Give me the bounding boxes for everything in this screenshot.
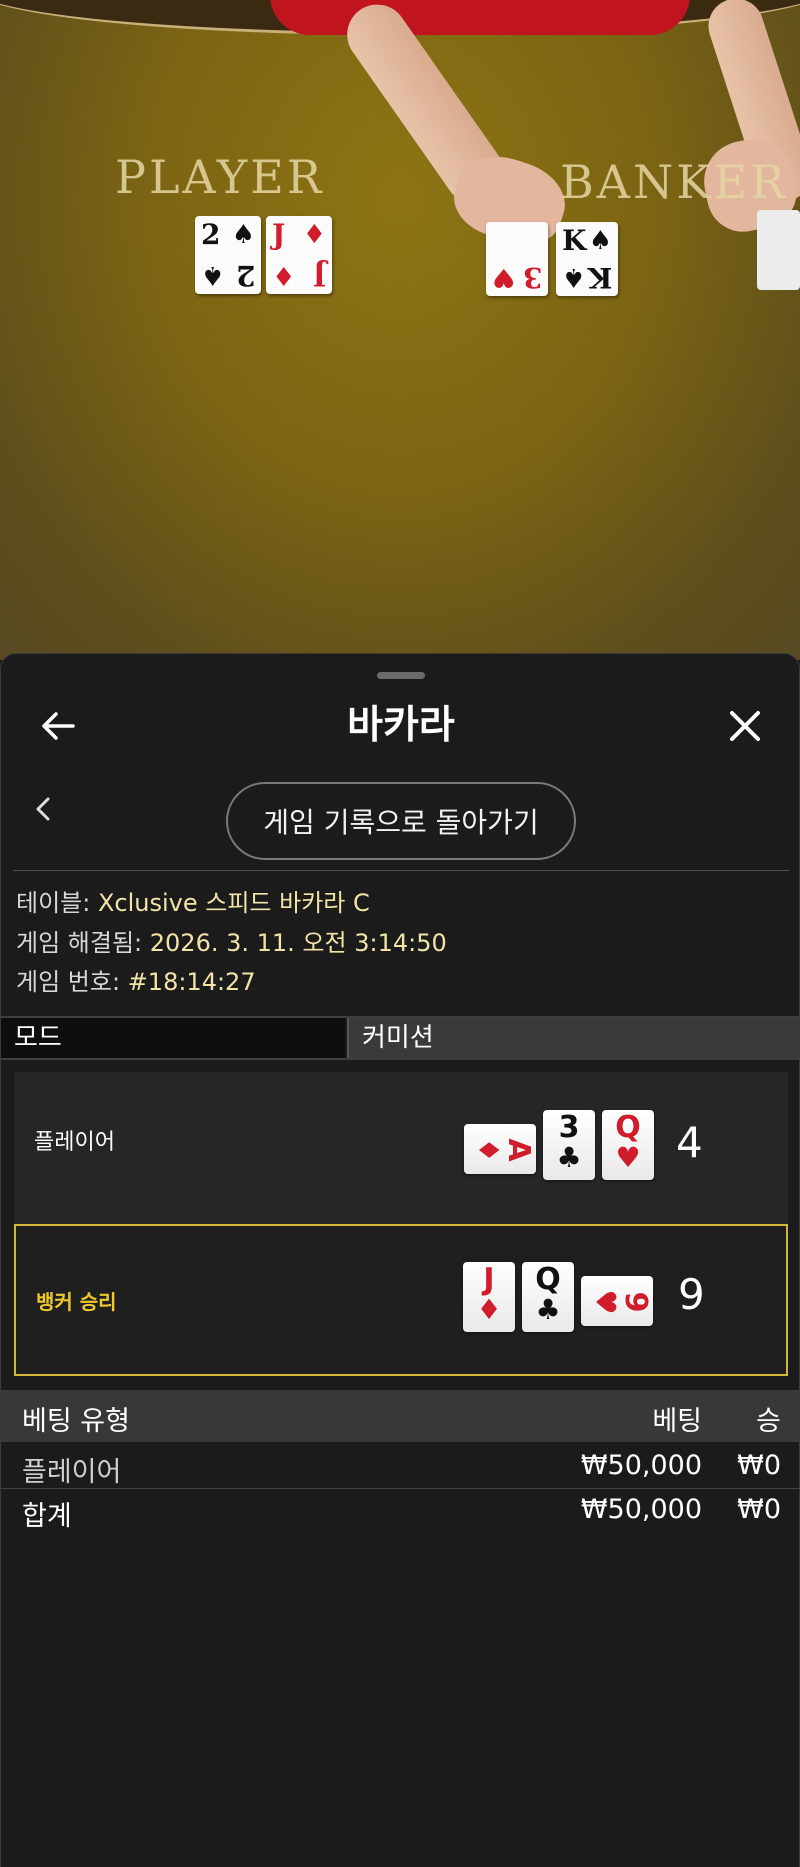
chevron-left-icon — [36, 797, 50, 821]
player-total: 4 — [676, 1118, 703, 1167]
felt-player-card-1: 2 ♠ 2 ♠ — [195, 216, 261, 294]
bet-row-win: ₩0 — [737, 1450, 781, 1481]
bet-win-header: 승 — [756, 1406, 781, 1437]
player-hand-row: 플레이어 A ♦ 3 ♣ Q ♥ 4 — [14, 1072, 788, 1224]
bet-table-header: 베팅 유형 베팅 승 — [1, 1390, 800, 1442]
bet-row-amount: ₩50,000 — [580, 1450, 702, 1481]
info-table-label: 테이블: — [16, 889, 91, 917]
bet-amount-header: 베팅 — [652, 1406, 702, 1437]
felt-player-card-2: J ♦ J ♦ — [266, 216, 332, 294]
divider — [13, 870, 789, 871]
player-card-1: A ♦ — [464, 1124, 536, 1174]
info-game-number-value: #18:14:27 — [127, 968, 256, 996]
info-game-number-label: 게임 번호: — [16, 968, 121, 996]
bet-row-type: 플레이어 — [22, 1457, 122, 1488]
banker-hand-row: 뱅커 승리 J ♦ Q ♣ 9 ♥ 9 — [14, 1224, 788, 1376]
banker-card-2: Q ♣ — [522, 1262, 574, 1332]
banker-card-3: 9 ♥ — [581, 1276, 653, 1326]
live-video-feed: PLAYER BANKER 2 ♠ 2 ♠ J ♦ J ♦ 3 ♥ K ♠ K … — [0, 0, 800, 660]
player-card-3: Q ♥ — [602, 1110, 654, 1180]
page-title: 바카라 — [347, 703, 455, 748]
info-resolved: 게임 해결됨: 2026. 3. 11. 오전 3:14:50 — [16, 926, 447, 960]
mode-label: 모드 — [1, 1018, 345, 1058]
player-card-2: 3 ♣ — [543, 1110, 595, 1180]
bet-total-win: ₩0 — [737, 1494, 781, 1525]
banker-total: 9 — [678, 1270, 705, 1319]
player-hand-label: 플레이어 — [34, 1130, 115, 1155]
banker-win-label: 뱅커 승리 — [36, 1290, 117, 1314]
info-resolved-value: 2026. 3. 11. 오전 3:14:50 — [149, 929, 447, 957]
bet-type-header: 베팅 유형 — [22, 1406, 130, 1437]
info-table: 테이블: Xclusive 스피드 바카라 C — [16, 886, 370, 920]
previous-button[interactable] — [23, 779, 63, 839]
card-shoe — [757, 210, 800, 290]
felt-banker-label: BANKER — [560, 155, 788, 209]
bet-total-amount: ₩50,000 — [580, 1494, 702, 1525]
back-to-history-button[interactable]: 게임 기록으로 돌아가기 — [226, 782, 576, 860]
felt-banker-card-2: K ♠ K ♠ — [556, 222, 618, 296]
info-game-number: 게임 번호: #18:14:27 — [16, 965, 256, 999]
bet-total-row: 합계 ₩50,000 ₩0 — [1, 1490, 800, 1532]
dealer — [270, 0, 690, 35]
close-button[interactable] — [713, 694, 777, 758]
close-icon — [730, 711, 760, 741]
felt-banker-card-1: 3 ♥ — [486, 222, 548, 296]
divider — [1, 1488, 800, 1489]
info-table-value: Xclusive 스피드 바카라 C — [97, 889, 370, 917]
info-resolved-label: 게임 해결됨: — [16, 929, 143, 957]
felt-player-label: PLAYER — [115, 150, 325, 204]
drag-handle[interactable] — [377, 672, 425, 679]
bet-total-label: 합계 — [22, 1501, 72, 1532]
game-detail-sheet: 바카라 게임 기록으로 돌아가기 테이블: Xclusive 스피드 바카라 C… — [0, 653, 800, 1867]
banker-card-1: J ♦ — [463, 1262, 515, 1332]
mode-row: 모드 커미션 — [1, 1016, 800, 1060]
mode-value: 커미션 — [347, 1018, 800, 1058]
table-row: 플레이어 ₩50,000 ₩0 — [1, 1446, 800, 1488]
